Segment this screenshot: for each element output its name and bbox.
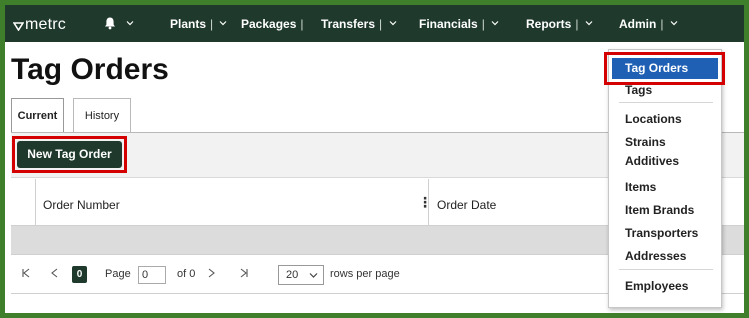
menu-item-employees[interactable]: Employees	[625, 279, 688, 293]
tab-history[interactable]: History	[73, 98, 131, 133]
column-menu-icon[interactable]: ⋮	[418, 194, 432, 211]
nav-separator: |	[210, 17, 214, 31]
menu-item-items[interactable]: Items	[625, 180, 656, 194]
highlight-box	[12, 136, 127, 173]
column-divider	[428, 179, 429, 226]
bell-icon[interactable]	[103, 16, 117, 30]
admin-dropdown-menu: Tag Orders Tags Locations Strains Additi…	[604, 49, 725, 308]
menu-item-tags[interactable]: Tags	[625, 83, 652, 97]
chevron-down-icon	[389, 21, 396, 26]
select-column	[11, 179, 36, 226]
chevron-down-icon	[670, 21, 678, 26]
nav-transfers-label: Transfers	[321, 17, 376, 31]
chevron-down-icon	[585, 21, 593, 26]
nav-financials-label: Financials	[419, 17, 478, 31]
menu-item-item-brands[interactable]: Item Brands	[625, 203, 694, 217]
logo-text: metrc	[25, 16, 66, 33]
top-navbar: metrc Plants | Packages | Transfers | Finan…	[5, 5, 744, 42]
page-label: Page	[105, 268, 131, 280]
nav-separator: |	[575, 17, 579, 31]
next-page-icon[interactable]	[207, 268, 217, 281]
chevron-down-icon	[309, 273, 318, 278]
nav-packages-label: Packages	[241, 17, 297, 31]
rows-per-page-select[interactable]: 20	[278, 265, 324, 285]
app-frame: metrc Plants | Packages | Transfers | Finan…	[5, 5, 744, 313]
notifications-chevron-down-icon[interactable]	[123, 17, 134, 31]
nav-plants[interactable]: Plants |	[170, 17, 227, 31]
menu-separator	[619, 102, 713, 103]
nav-admin-label: Admin	[619, 17, 657, 31]
menu-item-addresses[interactable]: Addresses	[625, 249, 686, 263]
nav-financials[interactable]: Financials |	[419, 17, 499, 31]
page-title: Tag Orders	[11, 53, 169, 86]
metrc-logo[interactable]: metrc	[12, 16, 66, 34]
current-page-badge: 0	[72, 266, 87, 283]
nav-packages[interactable]: Packages |	[241, 17, 304, 31]
menu-item-transporters[interactable]: Transporters	[625, 226, 698, 240]
prev-page-icon[interactable]	[49, 268, 59, 281]
nav-separator: |	[660, 17, 664, 31]
rows-per-page-value: 20	[286, 269, 299, 281]
nav-separator: |	[300, 17, 304, 31]
page-count-label: of 0	[177, 268, 196, 280]
logo-mark-icon	[12, 19, 25, 34]
nav-reports-label: Reports	[526, 17, 572, 31]
nav-transfers[interactable]: Transfers |	[321, 17, 397, 31]
menu-item-additives[interactable]: Additives	[625, 154, 679, 168]
last-page-icon[interactable]	[239, 268, 249, 281]
column-header-order-date[interactable]: Order Date	[437, 198, 496, 212]
chevron-down-icon	[220, 21, 227, 26]
menu-separator	[619, 269, 713, 270]
rows-per-page-label: rows per page	[330, 268, 400, 280]
highlight-box	[604, 52, 725, 85]
nav-separator: |	[379, 17, 383, 31]
page-number-input[interactable]	[138, 266, 166, 284]
nav-admin[interactable]: Admin |	[619, 17, 678, 31]
menu-item-locations[interactable]: Locations	[625, 112, 682, 126]
nav-reports[interactable]: Reports |	[526, 17, 593, 31]
chevron-down-icon	[491, 21, 499, 26]
nav-plants-label: Plants	[170, 17, 207, 31]
tab-current[interactable]: Current	[11, 98, 64, 133]
nav-separator: |	[481, 17, 485, 31]
first-page-icon[interactable]	[21, 268, 31, 281]
column-header-order-number[interactable]: Order Number	[43, 198, 120, 212]
menu-item-strains[interactable]: Strains	[625, 135, 666, 149]
